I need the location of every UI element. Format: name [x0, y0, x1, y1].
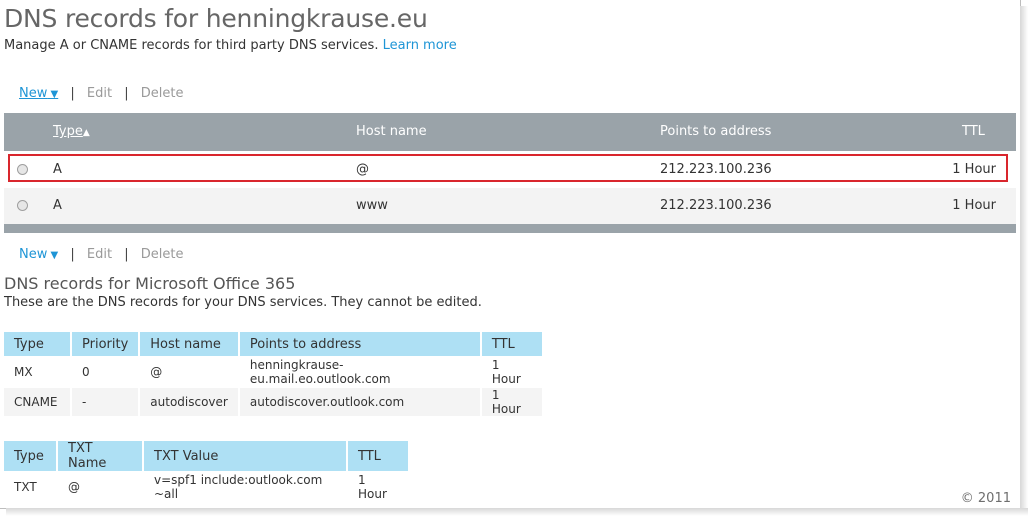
new-button[interactable]: New ▼: [19, 247, 58, 262]
edit-button[interactable]: Edit: [87, 247, 112, 262]
table-header-cell: TTL: [481, 332, 542, 356]
column-header-type[interactable]: Type▲: [53, 113, 90, 152]
table-cell: autodiscover.outlook.com: [239, 388, 480, 416]
cell-address: 212.223.100.236: [660, 198, 772, 213]
office365-section-title: DNS records for Microsoft Office 365: [4, 274, 296, 293]
table-cell: -: [72, 388, 139, 416]
chevron-down-icon: ▼: [47, 250, 59, 261]
table-cell: 0: [72, 358, 139, 386]
toolbar-separator: |: [70, 86, 75, 101]
table-row: TXT @ v=spf1 include:outlook.com ~all 1 …: [4, 473, 408, 501]
dns-toolbar-bottom: New ▼ | Edit | Delete: [19, 247, 183, 262]
table-cell: v=spf1 include:outlook.com ~all: [144, 473, 346, 501]
column-header-ttl: TTL: [962, 124, 985, 139]
subtitle-text: Manage A or CNAME records for third part…: [4, 38, 379, 53]
table-cell: @: [140, 358, 238, 386]
table-cell: henningkrause-eu.mail.eo.outlook.com: [239, 358, 480, 386]
dns-grid-footer: [4, 224, 1016, 233]
table-cell: TXT: [4, 473, 56, 501]
table-header-cell: Points to address: [239, 332, 480, 356]
table-header-row: Type TXT Name TXT Value TTL: [4, 441, 408, 471]
table-header-row: Type Priority Host name Points to addres…: [4, 332, 542, 356]
table-cell: @: [58, 473, 142, 501]
column-header-host: Host name: [356, 124, 427, 139]
column-header-address: Points to address: [660, 124, 772, 139]
frame-shadow-bottom: [6, 508, 1028, 516]
table-row: MX 0 @ henningkrause-eu.mail.eo.outlook.…: [4, 358, 542, 386]
dns-grid-header: Type▲ Host name Points to address TTL: [4, 113, 1016, 151]
toolbar-separator: |: [124, 247, 129, 262]
dns-toolbar-top: New ▼ | Edit | Delete: [19, 86, 183, 101]
page-title: DNS records for henningkrause.eu: [4, 4, 428, 33]
delete-button[interactable]: Delete: [141, 86, 184, 101]
column-type-label: Type: [53, 124, 83, 139]
dns-record-row[interactable]: A www 212.223.100.236 1 Hour: [4, 188, 1016, 224]
toolbar-separator: |: [70, 247, 75, 262]
table-header-cell: Priority: [72, 332, 139, 356]
table-cell: MX: [4, 358, 70, 386]
new-label: New: [19, 247, 48, 262]
table-header-cell: TXT Value: [144, 441, 346, 471]
table-header-cell: TXT Name: [58, 441, 142, 471]
selection-highlight: [8, 154, 1008, 182]
office365-section-subtitle: These are the DNS records for your DNS s…: [4, 295, 482, 310]
new-label: New: [19, 86, 48, 101]
learn-more-link[interactable]: Learn more: [383, 38, 457, 53]
table-cell: 1 Hour: [348, 473, 408, 501]
edit-button[interactable]: Edit: [87, 86, 112, 101]
table-header-cell: Type: [4, 441, 56, 471]
chevron-down-icon: ▼: [47, 89, 59, 100]
delete-button[interactable]: Delete: [141, 247, 184, 262]
table-cell: CNAME: [4, 388, 70, 416]
row-radio-button[interactable]: [17, 200, 28, 211]
office365-records-table: Type Priority Host name Points to addres…: [2, 330, 544, 418]
cell-host: www: [356, 198, 388, 213]
page-subtitle: Manage A or CNAME records for third part…: [4, 38, 457, 53]
cell-ttl: 1 Hour: [952, 198, 996, 213]
sort-ascending-icon: ▲: [82, 128, 90, 138]
table-header-cell: TTL: [348, 441, 408, 471]
table-header-cell: Type: [4, 332, 70, 356]
table-cell: 1 Hour: [481, 388, 542, 416]
table-header-cell: Host name: [140, 332, 238, 356]
toolbar-separator: |: [124, 86, 129, 101]
table-cell: autodiscover: [140, 388, 238, 416]
frame-shadow-right: [1020, 6, 1028, 516]
new-button[interactable]: New ▼: [19, 86, 58, 101]
table-row: CNAME - autodiscover autodiscover.outloo…: [4, 388, 542, 416]
copyright-text: © 2011: [960, 491, 1011, 506]
table-cell: 1 Hour: [481, 358, 542, 386]
office365-txt-table: Type TXT Name TXT Value TTL TXT @ v=spf1…: [2, 439, 410, 503]
cell-type: A: [53, 198, 62, 213]
